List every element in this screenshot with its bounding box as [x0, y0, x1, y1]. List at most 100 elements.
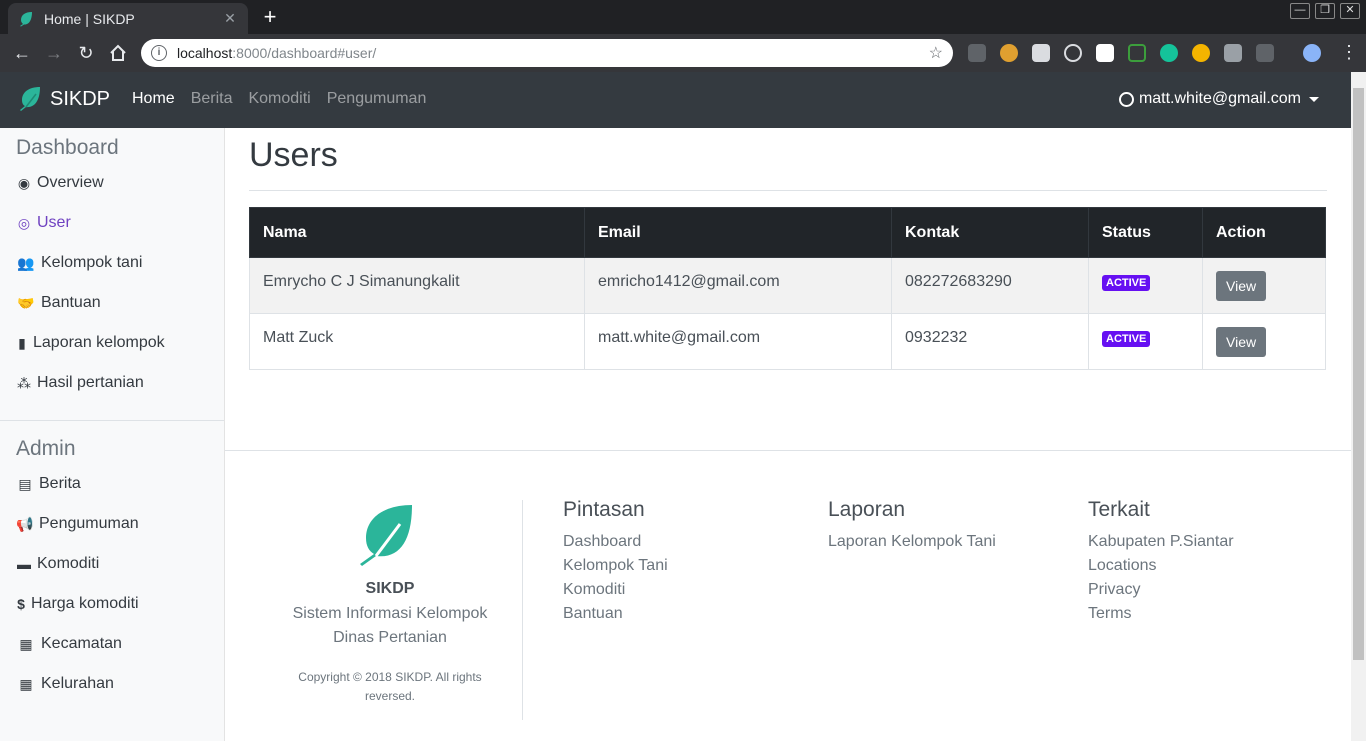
copyright-line: reversed.: [364, 689, 416, 703]
extension-icon[interactable]: [1128, 44, 1146, 62]
sidebar-item-pengumuman[interactable]: 📢 Pengumuman: [16, 515, 139, 533]
profile-avatar-icon[interactable]: [1303, 44, 1321, 62]
view-button[interactable]: View: [1216, 271, 1267, 301]
home-icon[interactable]: [108, 43, 128, 63]
users-table: Nama Email Kontak Status Action Emrycho …: [249, 207, 1326, 370]
user-dropdown[interactable]: matt.white@gmail.com: [1118, 90, 1319, 108]
extension-icon[interactable]: [1096, 44, 1114, 62]
bookmark-star-icon[interactable]: ☆: [929, 43, 943, 63]
cubes-icon: ⁂: [17, 375, 31, 391]
tab-close-icon[interactable]: ✕: [222, 10, 238, 27]
footer-column-laporan: Laporan Laporan Kelompok Tani: [828, 498, 996, 554]
sidebar-item-hasil-pertanian[interactable]: ⁂ Hasil pertanian: [16, 374, 144, 392]
url-text: localhost:8000/dashboard#user/: [177, 45, 929, 61]
column-header-nama: Nama: [249, 207, 585, 258]
window-close-button[interactable]: ✕: [1340, 3, 1360, 19]
sidebar-item-label: Bantuan: [41, 294, 101, 311]
footer-description: Dinas Pertanian: [333, 629, 447, 646]
sidebar-item-label: Pengumuman: [39, 515, 139, 532]
sidebar-item-label: Harga komoditi: [31, 595, 139, 612]
cell-nama: Matt Zuck: [249, 313, 585, 370]
sidebar-item-bantuan[interactable]: 🤝 Bantuan: [16, 294, 101, 312]
footer-divider: [225, 450, 1351, 451]
brand[interactable]: SIKDP: [18, 86, 110, 112]
window-minimize-button[interactable]: —: [1290, 3, 1310, 19]
forward-arrow-icon[interactable]: →: [43, 42, 65, 64]
leaf-logo-icon: [360, 505, 412, 566]
reload-icon[interactable]: ↻: [75, 42, 97, 64]
building-icon: ▦: [19, 636, 33, 652]
sidebar-item-komoditi[interactable]: ▬ Komoditi: [16, 555, 99, 573]
back-arrow-icon[interactable]: ←: [11, 42, 33, 64]
sidebar-item-label: Hasil pertanian: [37, 374, 144, 391]
window-maximize-button[interactable]: ❐: [1315, 3, 1335, 19]
browser-tab[interactable]: Home | SIKDP ✕: [8, 3, 248, 34]
footer-column-pintasan: Pintasan Dashboard Kelompok Tani Komodit…: [563, 498, 668, 626]
view-button[interactable]: View: [1216, 327, 1267, 357]
footer-heading: Laporan: [828, 498, 906, 521]
extension-icon[interactable]: [1256, 44, 1274, 62]
table-header-row: Nama Email Kontak Status Action: [249, 207, 1326, 258]
nav-links: Home Berita Komoditi Pengumuman: [132, 90, 426, 108]
footer-heading: Pintasan: [563, 498, 645, 521]
footer-link[interactable]: Dashboard: [563, 530, 668, 554]
browser-toolbar: ← → ↻ i localhost:8000/dashboard#user/ ☆…: [0, 34, 1366, 72]
extension-icon[interactable]: [1032, 44, 1050, 62]
nav-link-komoditi[interactable]: Komoditi: [248, 90, 310, 108]
archive-icon: ▬: [17, 556, 31, 572]
footer-link[interactable]: Bantuan: [563, 602, 668, 626]
user-circle-icon: [1118, 91, 1134, 107]
table-row: Emrycho C J Simanungkalit emricho1412@gm…: [249, 257, 1326, 314]
copyright-line: Copyright © 2018 SIKDP. All rights: [298, 670, 482, 684]
sidebar-item-kelompok-tani[interactable]: 👥 Kelompok tani: [16, 254, 142, 272]
cell-kontak: 0932232: [891, 313, 1089, 370]
footer-description: Sistem Informasi Kelompok: [292, 605, 488, 622]
extension-icon[interactable]: [968, 44, 986, 62]
sidebar-item-laporan-kelompok[interactable]: ▮ Laporan kelompok: [16, 334, 165, 352]
footer-link[interactable]: Locations: [1088, 554, 1234, 578]
new-tab-button[interactable]: +: [258, 6, 282, 28]
tab-title: Home | SIKDP: [44, 10, 135, 27]
footer-link[interactable]: Terms: [1088, 602, 1234, 626]
sidebar-item-kelurahan[interactable]: ▦ Kelurahan: [16, 675, 114, 693]
sidebar-item-overview[interactable]: ◉ Overview: [16, 174, 104, 192]
extension-icon[interactable]: [1224, 44, 1242, 62]
nav-link-home[interactable]: Home: [132, 90, 175, 108]
leaf-icon: [20, 11, 32, 26]
column-header-kontak: Kontak: [891, 207, 1089, 258]
title-divider: [249, 190, 1327, 191]
status-badge: ACTIVE: [1102, 331, 1151, 347]
extension-icon[interactable]: [1192, 44, 1210, 62]
address-bar[interactable]: i localhost:8000/dashboard#user/ ☆: [141, 39, 953, 67]
sidebar-item-kecamatan[interactable]: ▦ Kecamatan: [16, 635, 122, 653]
nav-link-pengumuman[interactable]: Pengumuman: [327, 90, 427, 108]
footer-link[interactable]: Privacy: [1088, 578, 1234, 602]
page-title: Users: [249, 136, 338, 174]
sidebar-item-label: User: [37, 214, 71, 231]
newspaper-icon: ▤: [18, 476, 32, 492]
sidebar-item-berita[interactable]: ▤ Berita: [16, 475, 81, 493]
menu-kebab-icon[interactable]: ⋮: [1340, 42, 1358, 63]
footer-link[interactable]: Laporan Kelompok Tani: [828, 530, 996, 554]
extension-icon[interactable]: [1000, 44, 1018, 62]
sidebar-item-label: Berita: [39, 475, 81, 492]
footer-link[interactable]: Kabupaten P.Siantar: [1088, 530, 1234, 554]
sidebar-item-label: Kelompok tani: [41, 254, 143, 271]
grammarly-icon[interactable]: [1160, 44, 1178, 62]
sidebar-item-label: Komoditi: [37, 555, 100, 572]
dot-circle-icon: ◉: [17, 175, 31, 191]
extension-icon[interactable]: [1064, 44, 1082, 62]
info-icon[interactable]: i: [151, 45, 167, 61]
sidebar-heading-dashboard: Dashboard: [16, 136, 119, 159]
footer-link[interactable]: Komoditi: [563, 578, 668, 602]
sidebar-item-harga-komoditi[interactable]: $ Harga komoditi: [16, 595, 139, 613]
scrollbar-thumb[interactable]: [1353, 88, 1364, 660]
footer-link[interactable]: Kelompok Tani: [563, 554, 668, 578]
file-icon: ▮: [18, 335, 26, 351]
footer-heading: Terkait: [1088, 498, 1150, 521]
column-header-email: Email: [584, 207, 892, 258]
brand-name: SIKDP: [50, 87, 111, 110]
sidebar-item-user[interactable]: ◎ User: [16, 214, 71, 232]
dollar-icon: $: [17, 596, 25, 612]
nav-link-berita[interactable]: Berita: [191, 90, 233, 108]
